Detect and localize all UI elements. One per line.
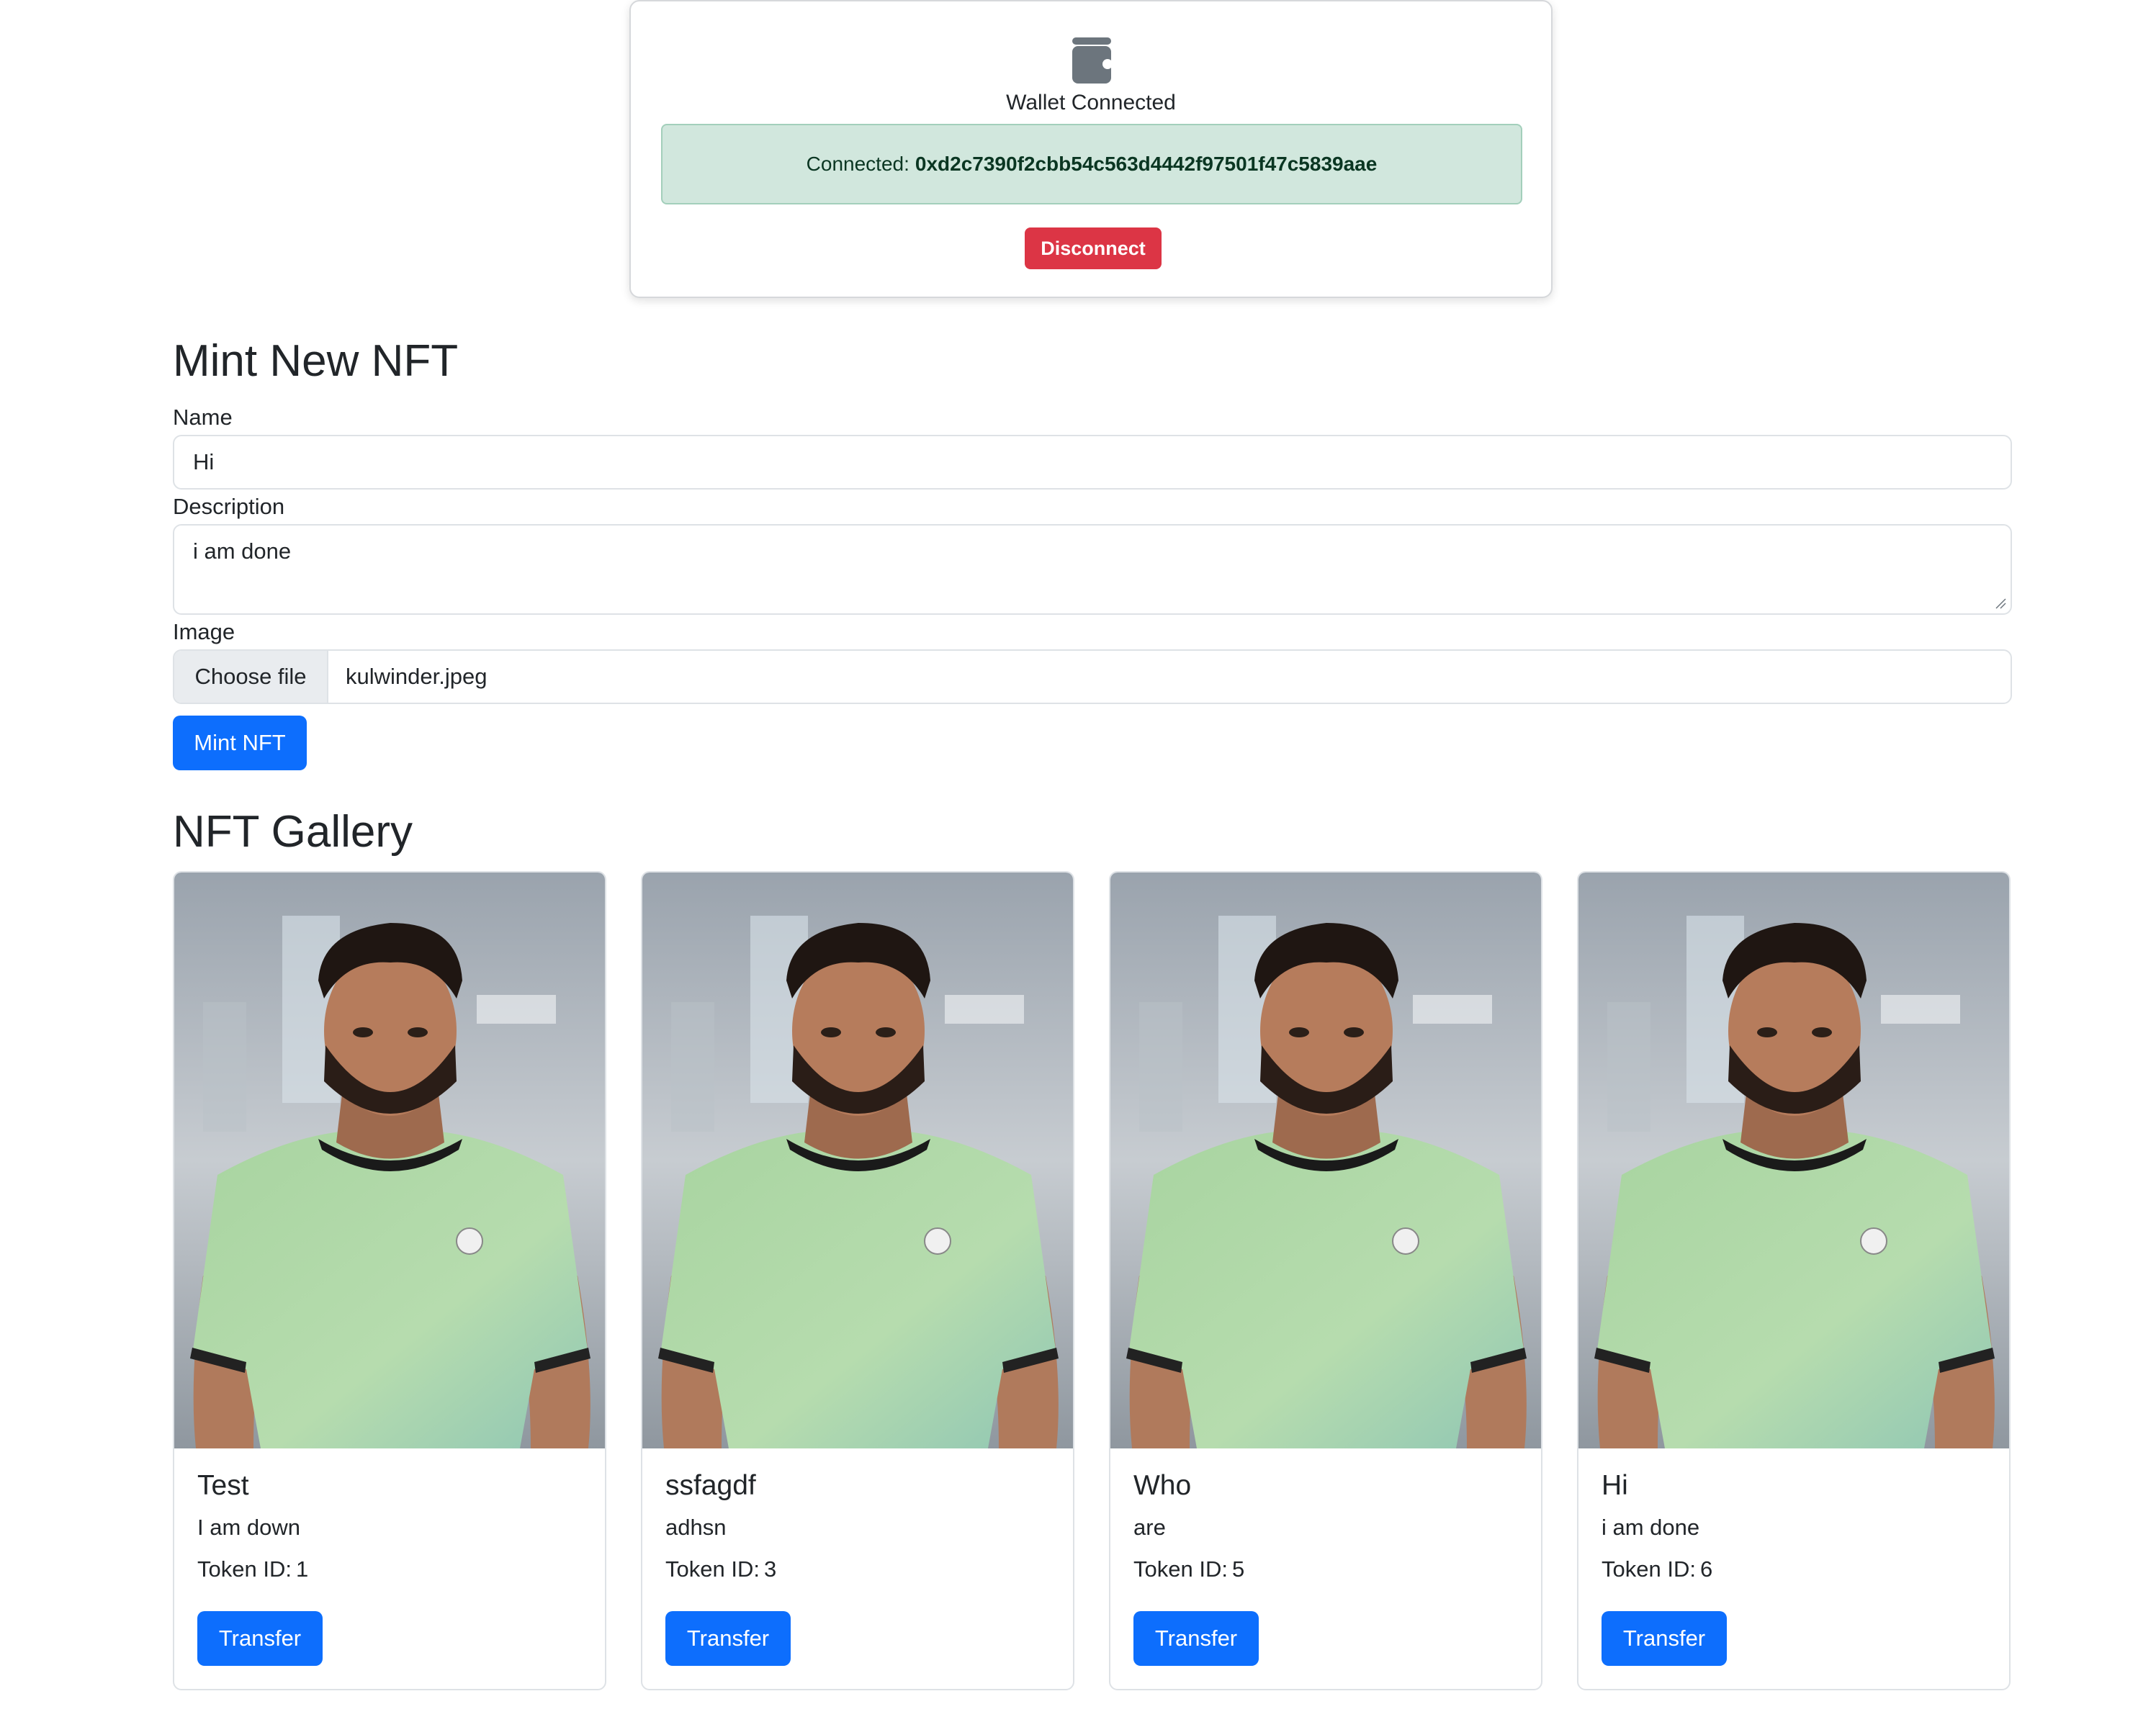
resize-grip-icon[interactable] xyxy=(1995,598,2006,609)
wallet-icon xyxy=(1072,37,1113,84)
mint-nft-button[interactable]: Mint NFT xyxy=(173,716,307,770)
wallet-address: 0xd2c7390f2cbb54c563d4442f97501f47c5839a… xyxy=(915,153,1378,175)
nft-card: Who are Token ID: 5 Transfer xyxy=(1109,871,1542,1690)
selected-file-name: kulwinder.jpeg xyxy=(346,664,488,689)
wallet-card: Wallet Connected Connected: 0xd2c7390f2c… xyxy=(629,0,1553,298)
nft-image xyxy=(1110,873,1541,1448)
token-id-value: 1 xyxy=(295,1556,309,1582)
token-id-label: Token ID: xyxy=(197,1556,292,1582)
token-id-value: 6 xyxy=(1699,1556,1713,1582)
connected-label: Connected: xyxy=(806,153,909,175)
token-id-label: Token ID: xyxy=(1602,1556,1696,1582)
nft-token-id: Token ID: 5 xyxy=(1133,1556,1244,1582)
nft-image xyxy=(174,873,605,1448)
transfer-button[interactable]: Transfer xyxy=(665,1611,791,1666)
token-id-label: Token ID: xyxy=(665,1556,760,1582)
disconnect-button[interactable]: Disconnect xyxy=(1025,227,1162,269)
name-label: Name xyxy=(173,405,233,430)
transfer-button[interactable]: Transfer xyxy=(1602,1611,1727,1666)
description-textarea[interactable]: i am done xyxy=(173,524,2012,615)
wallet-status-title: Wallet Connected xyxy=(1006,91,1176,114)
nft-image xyxy=(1578,873,2009,1448)
mint-heading: Mint New NFT xyxy=(173,336,459,386)
description-label: Description xyxy=(173,494,285,519)
description-value: i am done xyxy=(193,538,292,564)
nft-card: ssfagdf adhsn Token ID: 3 Transfer xyxy=(641,871,1074,1690)
gallery-heading: NFT Gallery xyxy=(173,807,413,857)
token-id-value: 5 xyxy=(1231,1556,1245,1582)
nft-description: i am done xyxy=(1602,1515,1700,1540)
connection-alert: Connected: 0xd2c7390f2cbb54c563d4442f975… xyxy=(661,124,1522,204)
nft-title: Hi xyxy=(1602,1470,1628,1501)
transfer-button[interactable]: Transfer xyxy=(1133,1611,1259,1666)
nft-title: Test xyxy=(197,1470,249,1501)
nft-token-id: Token ID: 1 xyxy=(197,1556,308,1582)
nft-token-id: Token ID: 6 xyxy=(1602,1556,1712,1582)
token-id-label: Token ID: xyxy=(1133,1556,1228,1582)
name-input[interactable]: Hi xyxy=(173,435,2012,490)
nft-title: ssfagdf xyxy=(665,1470,756,1501)
nft-token-id: Token ID: 3 xyxy=(665,1556,776,1582)
nft-description: adhsn xyxy=(665,1515,727,1540)
choose-file-button[interactable]: Choose file xyxy=(174,651,328,703)
nft-card: Hi i am done Token ID: 6 Transfer xyxy=(1577,871,2011,1690)
nft-description: I am down xyxy=(197,1515,301,1540)
image-label: Image xyxy=(173,619,235,644)
image-file-input[interactable]: Choose file kulwinder.jpeg xyxy=(173,649,2012,704)
transfer-button[interactable]: Transfer xyxy=(197,1611,323,1666)
nft-title: Who xyxy=(1133,1470,1192,1501)
nft-image xyxy=(642,873,1073,1448)
nft-description: are xyxy=(1133,1515,1166,1540)
token-id-value: 3 xyxy=(763,1556,777,1582)
nft-card: Test I am down Token ID: 1 Transfer xyxy=(173,871,606,1690)
